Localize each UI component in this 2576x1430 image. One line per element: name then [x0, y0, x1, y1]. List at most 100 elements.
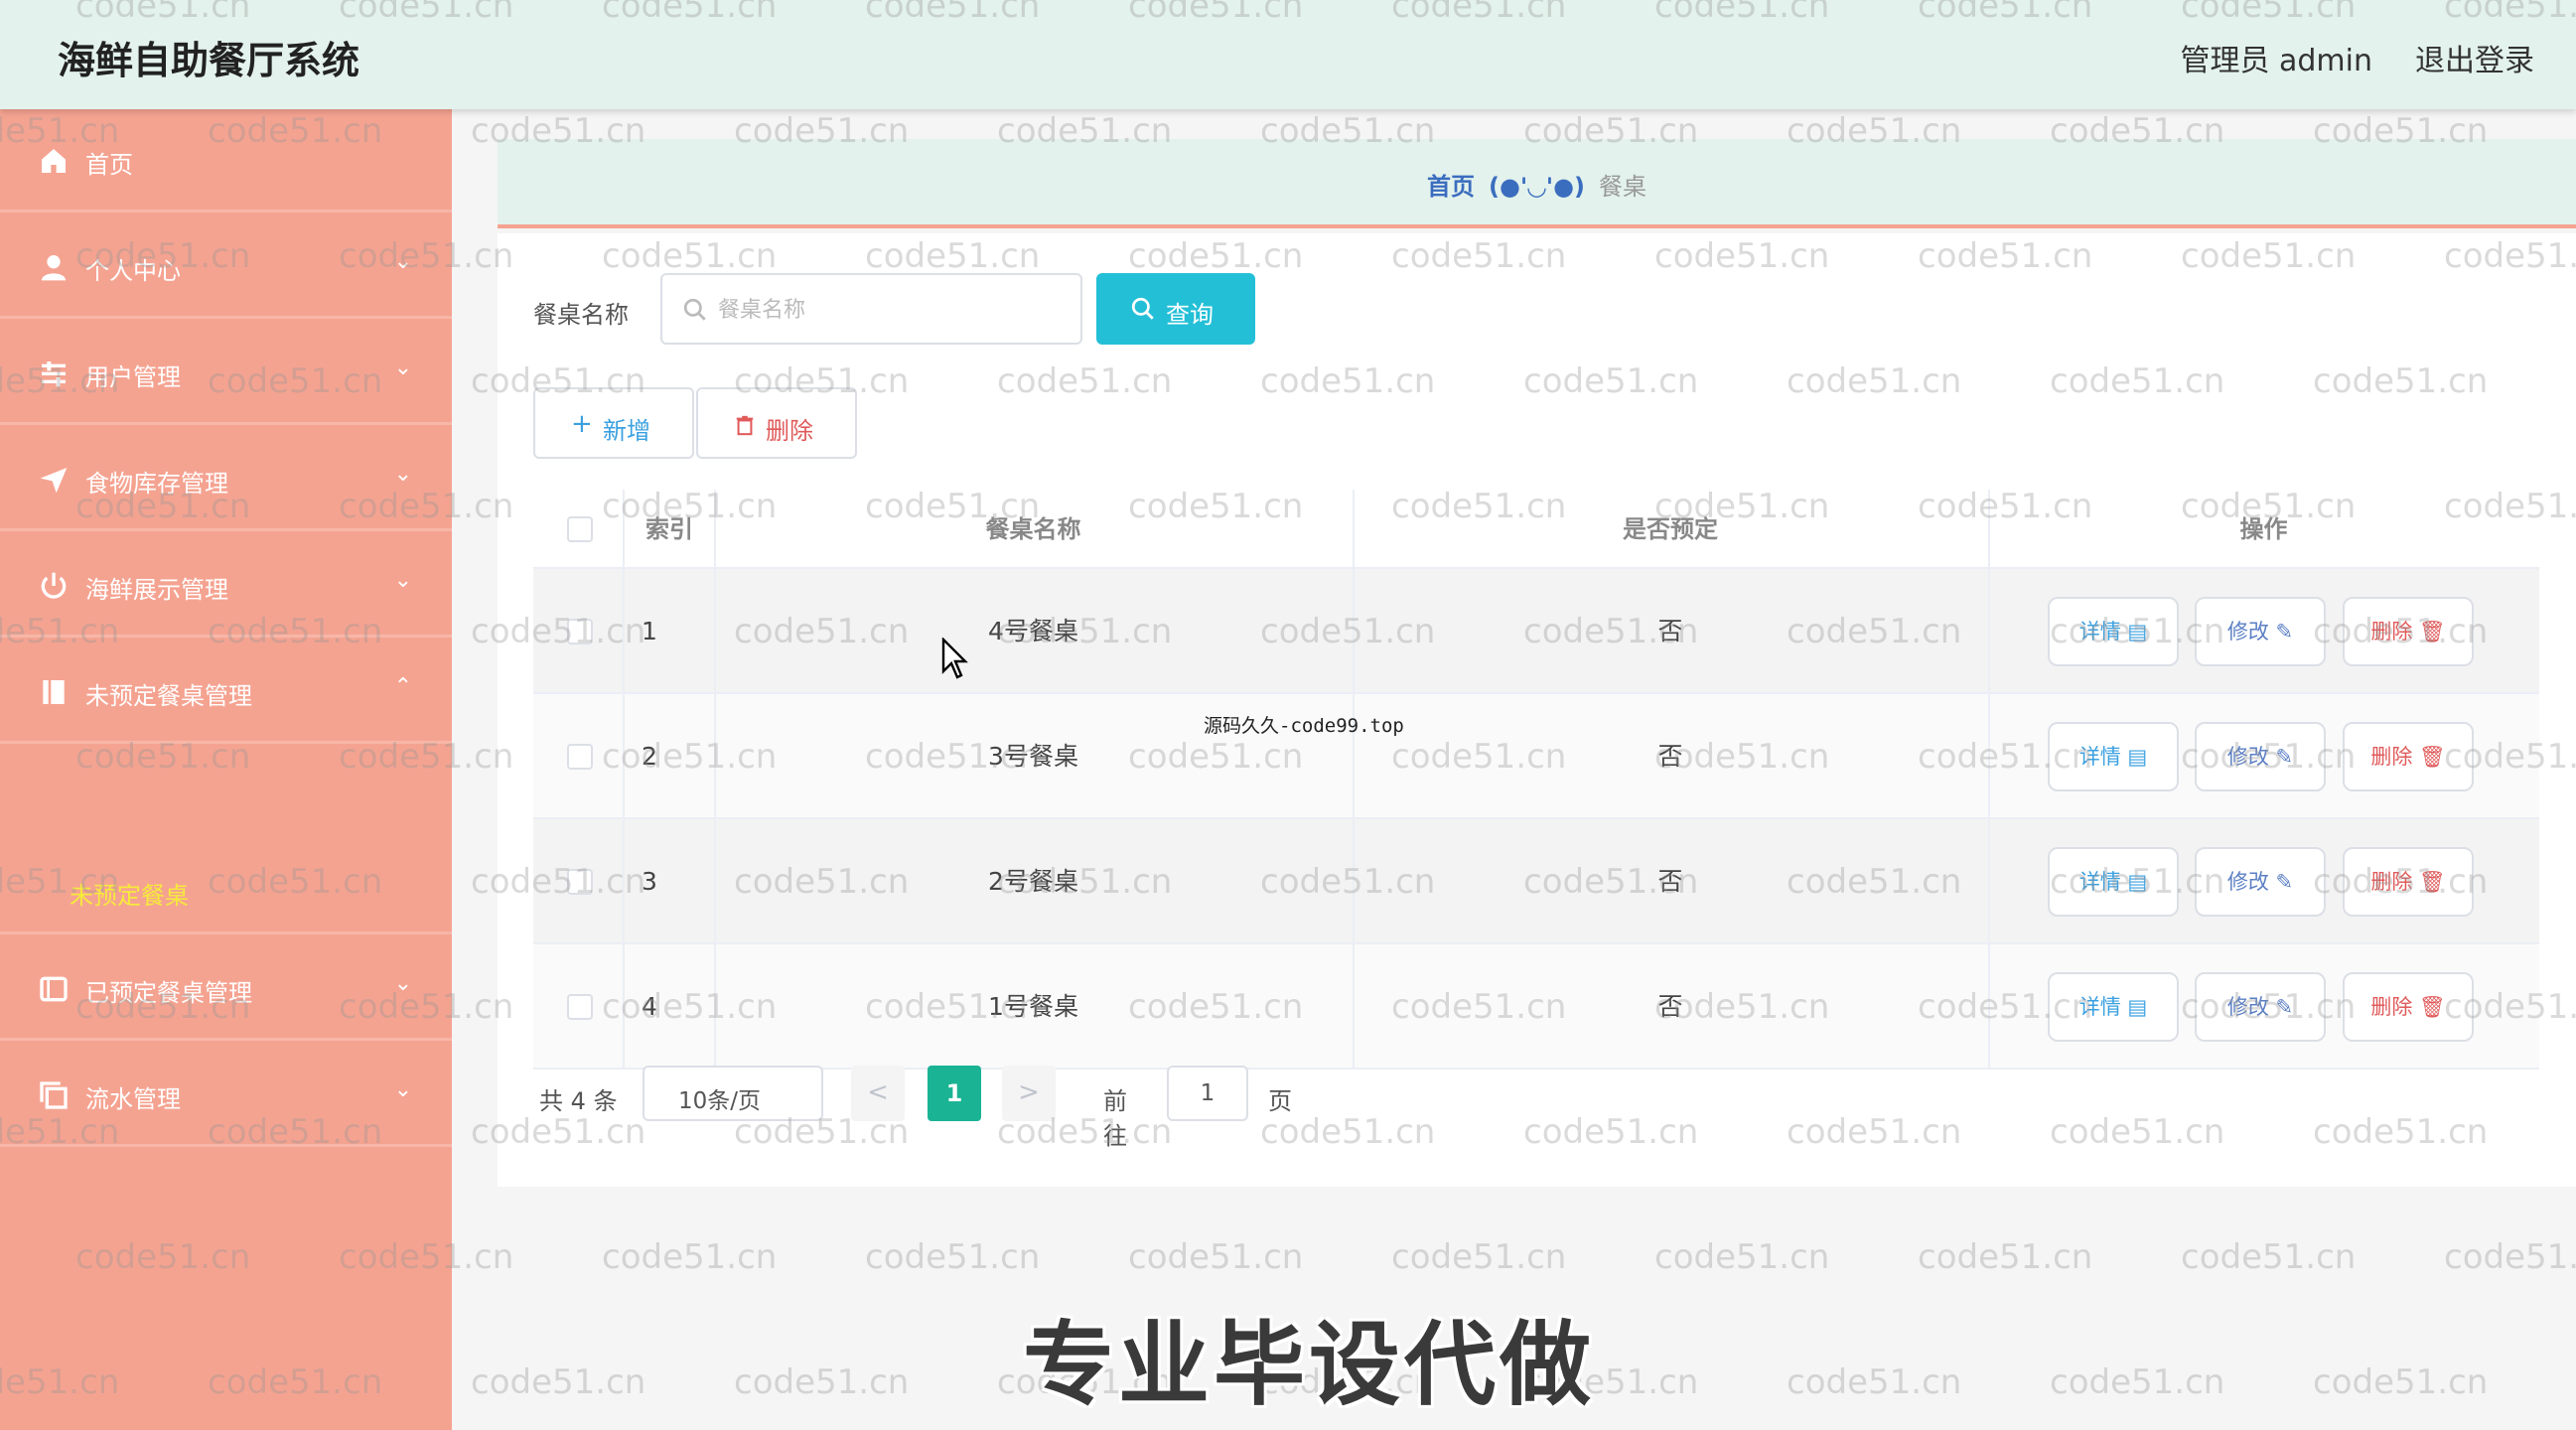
book-icon [43, 680, 65, 704]
sidebar-item-label: 个人中心 [85, 257, 181, 285]
sidebar: 首页 个人中心 ⌄ 用户管理 ⌄ 食物库存管理 ⌄ 海鲜展示管理 ⌄ 未预定餐桌… [0, 109, 452, 1430]
sidebar-item-label: 海鲜展示管理 [85, 576, 228, 604]
detail-button[interactable]: 详情 ▤ [2048, 847, 2179, 917]
detail-button[interactable]: 详情 ▤ [2048, 972, 2179, 1042]
sidebar-item-profile[interactable]: 个人中心 ⌄ [0, 215, 452, 319]
cell-name: 2号餐桌 [988, 867, 1078, 896]
pagination-total: 共 4 条 [539, 1087, 618, 1115]
cell-index: 4 [642, 992, 657, 1021]
search-icon [1131, 297, 1154, 320]
sidebar-item-seafood-display[interactable]: 海鲜展示管理 ⌄ [0, 534, 452, 638]
prev-page-button[interactable]: < [851, 1066, 905, 1121]
user-icon [42, 255, 66, 281]
column-header-index: 索引 [645, 515, 693, 543]
sidebar-subitem-unreserved-table[interactable]: 未预定餐桌 [0, 840, 452, 934]
page-number-button[interactable]: 1 [928, 1066, 981, 1121]
promo-caption: 专业毕设代做 [1023, 1312, 1596, 1418]
delete-button[interactable]: 删除 🗑 [2343, 847, 2474, 917]
search-input[interactable] [718, 293, 1066, 327]
breadcrumb-home[interactable]: 首页 [1427, 173, 1475, 201]
cell-index: 2 [642, 742, 657, 771]
search-icon [683, 298, 706, 321]
cell-reserved: 否 [1657, 742, 1683, 771]
sidebar-item-label: 用户管理 [85, 363, 181, 391]
cell-reserved: 否 [1657, 617, 1683, 645]
sidebar-item-label: 流水管理 [85, 1085, 181, 1113]
mouse-cursor-icon [941, 638, 968, 679]
copy-icon [40, 1081, 68, 1109]
column-divider [1988, 490, 1990, 1070]
sidebar-item-users[interactable]: 用户管理 ⌄ [0, 322, 452, 425]
source-note: 源码久久-code99.top [1204, 715, 1404, 737]
batch-delete-button-label: 删除 [766, 417, 813, 445]
admin-user-label: 管理员 admin [2180, 44, 2372, 78]
delete-button[interactable]: 删除 🗑 [2343, 722, 2474, 791]
select-all-checkbox[interactable] [567, 516, 593, 542]
cell-name: 1号餐桌 [988, 992, 1078, 1021]
main-content: 首页 (●'◡'●) 餐桌 餐桌名称 查询 + 新增 删除 索引 餐桌名称 是否预定 [452, 109, 2576, 1430]
sidebar-item-food-inventory[interactable]: 食物库存管理 ⌄ [0, 428, 452, 531]
add-button-label: 新增 [603, 417, 650, 445]
detail-button[interactable]: 详情 ▤ [2048, 722, 2179, 791]
search-field[interactable] [660, 273, 1082, 345]
query-button[interactable]: 查询 [1096, 273, 1255, 345]
chevron-down-icon: ⌄ [393, 971, 412, 996]
chevron-down-icon: ⌄ [393, 568, 412, 593]
sliders-icon [42, 361, 66, 387]
row-checkbox[interactable] [567, 619, 593, 644]
page-size-select[interactable]: 10条/页 [643, 1066, 823, 1121]
edit-button[interactable]: 修改 ✎ [2195, 847, 2326, 917]
home-icon [42, 149, 66, 173]
row-checkbox[interactable] [567, 994, 593, 1020]
table-row: 3 2号餐桌 否 详情 ▤ 修改 ✎ 删除 🗑 [533, 819, 2539, 944]
sidebar-item-reserved-tables[interactable]: 已预定餐桌管理 ⌄ [0, 937, 452, 1041]
top-header: 海鲜自助餐厅系统 管理员 admin 退出登录 [0, 0, 2576, 109]
column-divider [1353, 490, 1355, 1070]
goto-page-input[interactable] [1167, 1066, 1248, 1121]
delete-button[interactable]: 删除 🗑 [2343, 972, 2474, 1042]
edit-button[interactable]: 修改 ✎ [2195, 972, 2326, 1042]
edit-button[interactable]: 修改 ✎ [2195, 722, 2326, 791]
sidebar-item-label: 已预定餐桌管理 [85, 979, 252, 1007]
column-divider [623, 490, 625, 1070]
column-divider [714, 490, 716, 1070]
sidebar-item-ledger[interactable]: 流水管理 ⌄ [0, 1044, 452, 1147]
cell-name: 4号餐桌 [988, 617, 1078, 645]
sidebar-item-label: 首页 [85, 151, 133, 179]
table-header: 索引 餐桌名称 是否预定 操作 [533, 490, 2539, 569]
sidebar-item-label: 未预定餐桌管理 [85, 682, 252, 710]
sidebar-item-unreserved-tables[interactable]: 未预定餐桌管理 ⌃ [0, 641, 452, 744]
page-size-value: 10条/页 [678, 1088, 762, 1114]
sidebar-item-home[interactable]: 首页 [0, 109, 452, 213]
chevron-down-icon: ⌄ [393, 249, 412, 274]
breadcrumb-separator: (●'◡'●) [1489, 173, 1585, 201]
content-panel: 餐桌名称 查询 + 新增 删除 索引 餐桌名称 是否预定 操作 [498, 233, 2576, 1187]
power-icon [41, 572, 67, 599]
cell-reserved: 否 [1657, 992, 1683, 1021]
row-checkbox[interactable] [567, 744, 593, 770]
breadcrumb: 首页 (●'◡'●) 餐桌 [498, 167, 2576, 202]
app-title: 海鲜自助餐厅系统 [58, 39, 360, 82]
tablet-icon [40, 976, 68, 1002]
logout-link[interactable]: 退出登录 [2415, 36, 2534, 79]
table-row: 4 1号餐桌 否 详情 ▤ 修改 ✎ 删除 🗑 [533, 944, 2539, 1070]
breadcrumb-current: 餐桌 [1598, 173, 1646, 201]
search-label: 餐桌名称 [533, 301, 629, 329]
batch-delete-button[interactable]: 删除 [696, 387, 857, 459]
delete-button[interactable]: 删除 🗑 [2343, 597, 2474, 666]
next-page-button[interactable]: > [1002, 1066, 1056, 1121]
row-checkbox[interactable] [567, 869, 593, 895]
chevron-up-icon: ⌃ [393, 674, 412, 699]
add-button[interactable]: + 新增 [533, 387, 694, 459]
column-header-actions: 操作 [2239, 515, 2288, 543]
goto-label: 前往 [1103, 1087, 1127, 1150]
table-row: 2 3号餐桌 否 详情 ▤ 修改 ✎ 删除 🗑 [533, 694, 2539, 819]
trash-icon [736, 415, 754, 436]
plus-icon: + [571, 409, 593, 439]
edit-button[interactable]: 修改 ✎ [2195, 597, 2326, 666]
breadcrumb-bar: 首页 (●'◡'●) 餐桌 [498, 139, 2576, 228]
chevron-down-icon: ⌄ [393, 462, 412, 487]
detail-button[interactable]: 详情 ▤ [2048, 597, 2179, 666]
send-icon [40, 468, 68, 494]
chevron-down-icon: ⌄ [393, 1077, 412, 1102]
